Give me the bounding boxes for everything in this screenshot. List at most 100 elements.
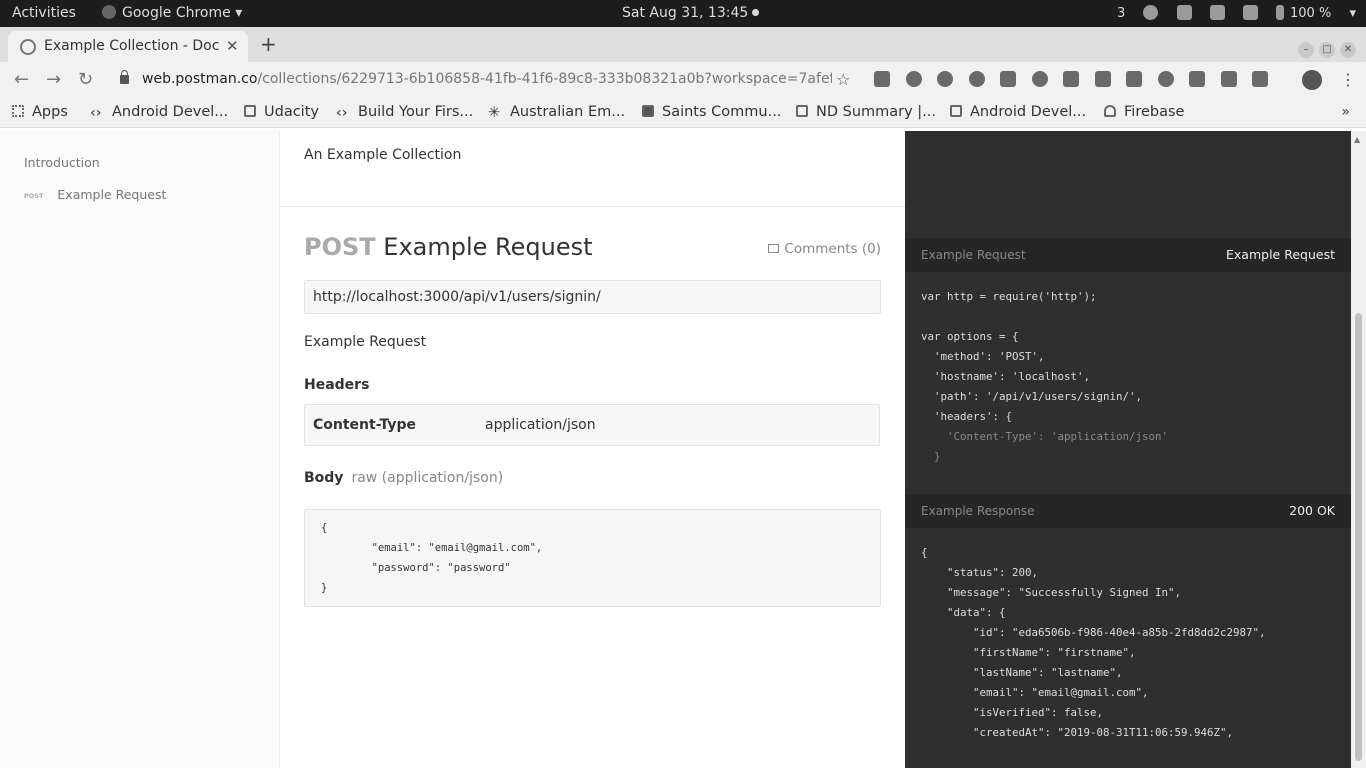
udacity-icon: [244, 105, 256, 117]
comments-link[interactable]: Comments (0): [768, 241, 881, 257]
code-line: "id": "eda6506b-f986-40e4-a85b-2fd8dd2c2…: [921, 626, 1266, 639]
headers-title: Headers: [304, 377, 370, 393]
sidebar-item-example-request[interactable]: POST Example Request: [24, 187, 166, 202]
extension-icon[interactable]: [874, 71, 890, 87]
extension-icon[interactable]: [905, 71, 922, 87]
request-sample-label: Example Request: [921, 248, 1026, 262]
extension-icons: [874, 71, 1284, 89]
bookmark-label: Build Your Firs...: [358, 104, 474, 120]
code-line: 'path': '/api/v1/users/signin/',: [921, 390, 1143, 403]
system-tray[interactable]: 3 100 % ▾: [1103, 0, 1356, 27]
body-line: "email": "email@gmail.com",: [321, 542, 543, 554]
bookmark-item[interactable]: ✳ Australian Em...: [488, 97, 625, 127]
address-bar[interactable]: web.postman.co/collections/6229713-6b106…: [108, 66, 860, 93]
lock-icon[interactable]: [120, 70, 129, 84]
extension-icon[interactable]: [1000, 71, 1016, 87]
code-line: }: [921, 450, 941, 463]
url-text[interactable]: web.postman.co/collections/6229713-6b106…: [142, 66, 832, 93]
battery-level: 100 %: [1290, 6, 1332, 21]
response-sample-header: Example Response 200 OK: [905, 494, 1351, 528]
request-sample-selector[interactable]: Example Request: [1226, 238, 1335, 272]
clock[interactable]: Sat Aug 31, 13:45: [622, 0, 760, 27]
react-devtools-icon[interactable]: [937, 71, 953, 87]
bookmark-item[interactable]: ‹› Android Devel...: [90, 97, 228, 127]
collection-description: An Example Collection: [304, 147, 462, 163]
bookmark-label: Apps: [32, 104, 68, 120]
extension-icon[interactable]: [1157, 71, 1174, 87]
code-line: "firstName": "firstname",: [921, 646, 1136, 659]
extension-icon[interactable]: [1252, 71, 1268, 87]
extension-icon[interactable]: [1189, 71, 1205, 87]
battery-icon[interactable]: [1276, 5, 1285, 20]
apps-grid-icon: [12, 105, 24, 117]
udacity-icon: [950, 105, 962, 117]
new-tab-button[interactable]: +: [260, 27, 277, 62]
forward-arrow-icon[interactable]: →: [46, 62, 61, 97]
shield-icon[interactable]: [1176, 5, 1192, 20]
bookmark-label: Saints Commu...: [662, 104, 782, 120]
app-name: Google Chrome: [122, 5, 231, 21]
bookmark-star-icon[interactable]: ☆: [836, 66, 850, 93]
scroll-up-icon[interactable]: ▲: [1354, 135, 1360, 144]
page-content: Introduction POST Example Request An Exam…: [0, 131, 1366, 768]
close-icon[interactable]: ✕: [226, 31, 239, 62]
scroll-thumb[interactable]: [1355, 313, 1362, 761]
body-type: raw (application/json): [351, 470, 504, 486]
bookmark-item[interactable]: ‹› Build Your Firs...: [336, 97, 473, 127]
request-name: Example Request: [383, 233, 593, 261]
request-url-box[interactable]: http://localhost:3000/api/v1/users/signi…: [304, 280, 881, 314]
extension-icon[interactable]: [1094, 71, 1111, 87]
page-scrollbar[interactable]: ▲: [1351, 131, 1366, 768]
extension-icon[interactable]: [1031, 71, 1048, 87]
volume-icon[interactable]: [1242, 5, 1258, 20]
minimize-button[interactable]: –: [1298, 42, 1314, 58]
bookmark-item[interactable]: Udacity: [244, 97, 319, 127]
bookmark-label: Udacity: [264, 104, 319, 120]
notification-dot-icon: [752, 9, 760, 16]
chevron-down-icon[interactable]: ▾: [1349, 0, 1356, 27]
wifi-icon[interactable]: [1209, 5, 1225, 20]
code-line: var options = {: [921, 330, 1019, 343]
extension-icon[interactable]: [968, 71, 985, 87]
bookmarks-overflow-button[interactable]: »: [1341, 97, 1350, 127]
close-window-button[interactable]: ✕: [1340, 42, 1356, 58]
more-menu-icon[interactable]: ⋮: [1340, 62, 1356, 97]
clock-text: Sat Aug 31, 13:45: [622, 5, 749, 21]
bookmark-label: Android Devel...: [112, 104, 229, 120]
tray-app-icon[interactable]: [1143, 5, 1159, 20]
bookmark-item[interactable]: Saints Commu...: [642, 97, 781, 127]
code-line: var http = require('http');: [921, 290, 1097, 303]
extension-icon[interactable]: [1126, 71, 1142, 87]
code-line: "isVerified": false,: [921, 706, 1104, 719]
extension-icon[interactable]: [1063, 71, 1079, 87]
code-line: {: [921, 546, 928, 559]
sidebar-item-introduction[interactable]: Introduction: [24, 155, 100, 170]
tab-strip: Example Collection - Docu ✕ + – □ ✕: [0, 27, 1366, 62]
request-title: POST Example Request: [304, 233, 593, 261]
bookmark-item[interactable]: Firebase: [1104, 97, 1184, 127]
bookmark-apps[interactable]: Apps: [12, 97, 68, 127]
json-viewer-icon[interactable]: [1220, 71, 1237, 87]
browser-tab[interactable]: Example Collection - Docu ✕: [8, 31, 248, 62]
request-body-box[interactable]: { "email": "email@gmail.com", "password"…: [304, 509, 881, 607]
sidebar-item-label: Example Request: [57, 187, 167, 202]
activities-button[interactable]: Activities: [12, 0, 76, 27]
app-menu[interactable]: Google Chrome ▾: [102, 0, 242, 27]
bookmarks-bar: Apps ‹› Android Devel... Udacity ‹› Build …: [0, 97, 1366, 128]
code-line: "email": "email@gmail.com",: [921, 686, 1149, 699]
avatar[interactable]: [1302, 70, 1322, 90]
code-line: "status": 200,: [921, 566, 1039, 579]
notification-count: 3: [1117, 6, 1126, 21]
facebook-icon: [642, 105, 654, 117]
bookmark-item[interactable]: Android Devel...: [950, 97, 1086, 127]
request-description: Example Request: [304, 334, 427, 350]
response-sample-label: Example Response: [921, 504, 1035, 518]
body-title: Body raw (application/json): [304, 470, 503, 486]
divider: [280, 206, 905, 207]
reload-icon[interactable]: ↻: [78, 62, 93, 97]
maximize-button[interactable]: □: [1319, 42, 1335, 58]
back-arrow-icon[interactable]: ←: [14, 62, 29, 97]
star-burst-icon: ✳: [488, 105, 501, 121]
body-title-text: Body: [304, 470, 344, 486]
bookmark-item[interactable]: ND Summary |...: [796, 97, 936, 127]
